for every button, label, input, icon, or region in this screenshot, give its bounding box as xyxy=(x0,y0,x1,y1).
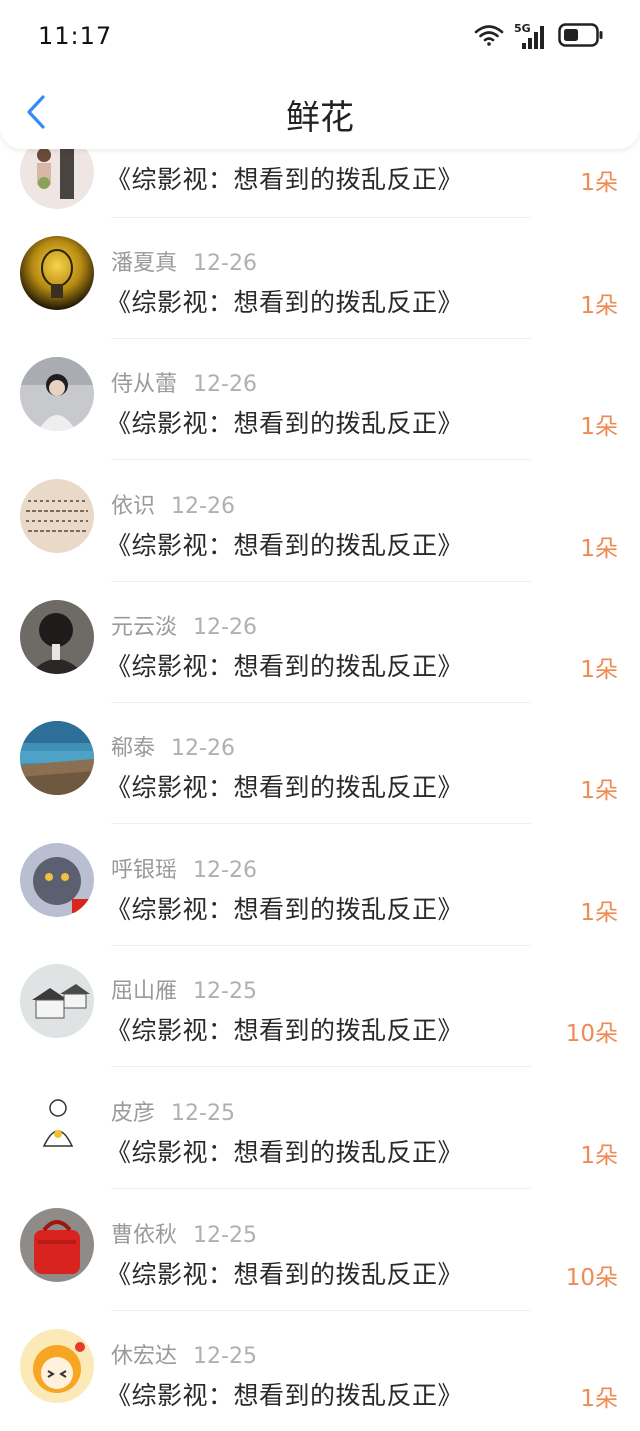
battery-icon xyxy=(558,22,604,52)
flower-count: 1朵 xyxy=(580,1143,618,1169)
ink-house-avatar-icon[interactable] xyxy=(20,964,94,1038)
list-item[interactable]: 呼银瑶 12-26 《综影视：想看到的拨乱反正》 1朵 xyxy=(0,825,640,946)
user-name[interactable]: 休宏达 xyxy=(111,1344,177,1369)
row-divider xyxy=(111,1188,531,1189)
date: 12-26 xyxy=(171,494,235,519)
date: 12-26 xyxy=(193,251,257,276)
status-time: 11:17 xyxy=(38,22,113,50)
date: 12-26 xyxy=(171,736,235,761)
book-title: 《综影视：想看到的拨乱反正》 xyxy=(106,1138,464,1167)
row-divider xyxy=(111,1066,531,1067)
book-title: 《综影视：想看到的拨乱反正》 xyxy=(106,165,464,194)
list-item[interactable]: 元云淡 12-26 《综影视：想看到的拨乱反正》 1朵 xyxy=(0,582,640,703)
user-meta: 皮彦 12-25 xyxy=(111,1095,235,1127)
book-title: 《综影视：想看到的拨乱反正》 xyxy=(106,288,464,317)
user-meta: 休宏达 12-25 xyxy=(111,1338,257,1370)
list-item[interactable]: 皮彦 12-25 《综影视：想看到的拨乱反正》 1朵 xyxy=(0,1068,640,1189)
cellular-signal-icon: 5G xyxy=(514,23,548,51)
list-item[interactable]: 郗泰 12-26 《综影视：想看到的拨乱反正》 1朵 xyxy=(0,703,640,824)
flower-count: 1朵 xyxy=(580,536,618,562)
date: 12-26 xyxy=(193,858,257,883)
row-divider xyxy=(111,459,531,460)
sketch-girl-avatar-icon[interactable] xyxy=(20,1086,94,1160)
book-title: 《综影视：想看到的拨乱反正》 xyxy=(106,652,464,681)
lightbulb-avatar-icon[interactable] xyxy=(20,236,94,310)
list-item[interactable]: 依识 12-26 《综影视：想看到的拨乱反正》 1朵 xyxy=(0,461,640,582)
cat-avatar-icon[interactable] xyxy=(20,843,94,917)
calligraphy-avatar-icon[interactable] xyxy=(20,479,94,553)
flower-count: 1朵 xyxy=(580,657,618,683)
girl-photo-avatar-icon[interactable] xyxy=(20,357,94,431)
list-item[interactable]: 屈山雁 12-25 《综影视：想看到的拨乱反正》 10朵 xyxy=(0,946,640,1067)
date: 12-25 xyxy=(193,1223,257,1248)
date: 12-26 xyxy=(193,372,257,397)
status-icons: 5G xyxy=(474,22,604,52)
user-meta: 依识 12-26 xyxy=(111,488,235,520)
list-item[interactable]: 侍从蕾 12-26 《综影视：想看到的拨乱反正》 1朵 xyxy=(0,339,640,460)
row-divider xyxy=(111,823,531,824)
user-name[interactable]: 潘夏真 xyxy=(111,251,177,276)
flowers-screen: 《综影视：想看到的拨乱反正》 1朵 潘夏真 12-26 《综影视：想看到的拨乱反… xyxy=(0,0,640,1431)
date: 12-25 xyxy=(193,1344,257,1369)
flower-count: 1朵 xyxy=(580,778,618,804)
list-item[interactable]: 潘夏真 12-26 《综影视：想看到的拨乱反正》 1朵 xyxy=(0,218,640,339)
user-name[interactable]: 郗泰 xyxy=(111,736,155,761)
user-name[interactable]: 皮彦 xyxy=(111,1101,155,1126)
user-meta: 郗泰 12-26 xyxy=(111,730,235,762)
flower-count: 1朵 xyxy=(580,1386,618,1412)
user-name[interactable]: 屈山雁 xyxy=(111,979,177,1004)
cartoon-girl-avatar-icon[interactable] xyxy=(20,1329,94,1403)
book-title: 《综影视：想看到的拨乱反正》 xyxy=(106,1016,464,1045)
page-title: 鲜花 xyxy=(286,98,354,138)
user-name[interactable]: 侍从蕾 xyxy=(111,372,177,397)
user-name[interactable]: 元云淡 xyxy=(111,615,177,640)
book-title: 《综影视：想看到的拨乱反正》 xyxy=(106,773,464,802)
user-name[interactable]: 呼银瑶 xyxy=(111,858,177,883)
user-meta: 潘夏真 12-26 xyxy=(111,245,257,277)
user-name[interactable]: 依识 xyxy=(111,494,155,519)
flower-count: 1朵 xyxy=(580,900,618,926)
flower-count: 1朵 xyxy=(580,293,618,319)
book-title: 《综影视：想看到的拨乱反正》 xyxy=(106,531,464,560)
header-bar: 11:17 5G 鲜花 xyxy=(0,0,640,149)
user-meta: 侍从蕾 12-26 xyxy=(111,366,257,398)
flower-count: 10朵 xyxy=(565,1265,618,1291)
user-meta: 元云淡 12-26 xyxy=(111,609,257,641)
flower-count: 1朵 xyxy=(580,170,618,196)
book-title: 《综影视：想看到的拨乱反正》 xyxy=(106,1381,464,1410)
date: 12-25 xyxy=(193,979,257,1004)
wifi-icon xyxy=(474,23,504,51)
dark-portrait-avatar-icon[interactable] xyxy=(20,600,94,674)
user-meta: 呼银瑶 12-26 xyxy=(111,852,257,884)
user-meta: 屈山雁 12-25 xyxy=(111,973,257,1005)
date: 12-25 xyxy=(171,1101,235,1126)
book-title: 《综影视：想看到的拨乱反正》 xyxy=(106,1260,464,1289)
date: 12-26 xyxy=(193,615,257,640)
book-title: 《综影视：想看到的拨乱反正》 xyxy=(106,895,464,924)
red-bag-avatar-icon[interactable] xyxy=(20,1208,94,1282)
flower-count: 1朵 xyxy=(580,414,618,440)
book-title: 《综影视：想看到的拨乱反正》 xyxy=(106,409,464,438)
user-meta: 曹依秋 12-25 xyxy=(111,1217,257,1249)
list-item[interactable]: 休宏达 12-25 《综影视：想看到的拨乱反正》 1朵 xyxy=(0,1311,640,1431)
flower-count: 10朵 xyxy=(565,1021,618,1047)
list-item[interactable]: 曹依秋 12-25 《综影视：想看到的拨乱反正》 10朵 xyxy=(0,1190,640,1311)
user-name[interactable]: 曹依秋 xyxy=(111,1223,177,1248)
seaside-avatar-icon[interactable] xyxy=(20,721,94,795)
